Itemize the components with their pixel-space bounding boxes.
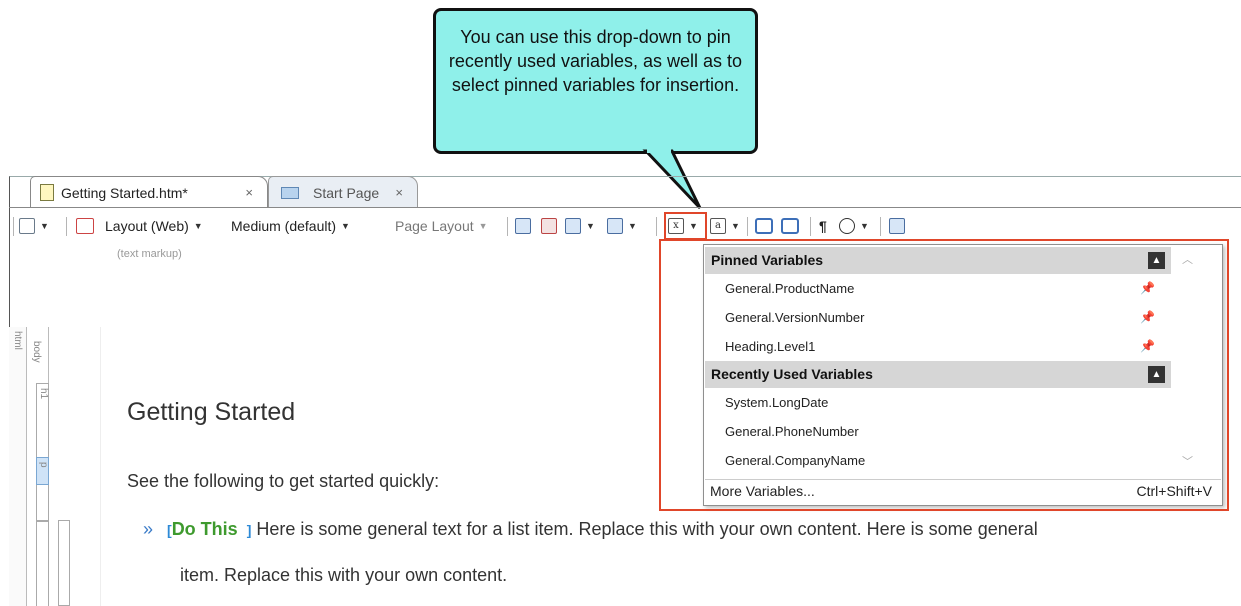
list-block-marker[interactable] bbox=[36, 521, 49, 606]
preview-icon bbox=[515, 218, 531, 234]
pilcrow-icon: ¶ bbox=[819, 218, 827, 234]
highlight-box-button bbox=[664, 212, 707, 240]
chevron-down-icon: ▼ bbox=[860, 221, 869, 231]
insert-snippet-button[interactable]: a ▼ bbox=[710, 217, 740, 235]
layout-dropdown[interactable]: Layout (Web) ▼ bbox=[76, 217, 203, 235]
tab-getting-started[interactable]: Getting Started.htm* × bbox=[30, 176, 268, 208]
text-markup-label: (text markup) bbox=[117, 248, 182, 260]
show-markers-button[interactable]: ¶ bbox=[819, 217, 827, 235]
highlight-box-menu bbox=[659, 239, 1229, 511]
document-icon bbox=[40, 184, 54, 201]
tab-divider bbox=[9, 207, 1241, 208]
h1-block-marker[interactable]: h1 bbox=[36, 383, 49, 521]
toolbar-separator bbox=[656, 217, 657, 236]
visibility-button[interactable]: ▼ bbox=[839, 217, 869, 235]
page-layout-dropdown[interactable]: Page Layout ▼ bbox=[395, 217, 488, 235]
show-tags-button[interactable] bbox=[755, 217, 773, 235]
tab-start-page[interactable]: Start Page × bbox=[268, 176, 418, 208]
chevron-down-icon: ▼ bbox=[478, 221, 488, 231]
toolbar-separator bbox=[66, 217, 67, 236]
conditions-icon bbox=[781, 218, 799, 234]
layout-label: Layout (Web) bbox=[105, 218, 189, 234]
list-item-text-continued[interactable]: item. Replace this with your own content… bbox=[180, 565, 507, 586]
structure-bar-body[interactable]: body h1 p bbox=[27, 327, 49, 606]
insert-image-button[interactable]: ▼ bbox=[565, 217, 595, 235]
callout-text: You can use this drop-down to pin recent… bbox=[448, 27, 743, 95]
snippet-icon: a bbox=[710, 218, 726, 234]
bullet-icon: » bbox=[143, 519, 154, 539]
medium-dropdown[interactable]: Medium (default) ▼ bbox=[231, 217, 350, 235]
preview-button[interactable] bbox=[515, 217, 531, 235]
start-page-icon bbox=[281, 187, 299, 199]
toolbar-separator bbox=[880, 217, 881, 236]
chevron-down-icon: ▼ bbox=[586, 221, 595, 231]
toolbar-separator bbox=[507, 217, 508, 236]
view-mode-button[interactable]: ▼ bbox=[19, 217, 49, 235]
list-item[interactable]: » [Do This ] Here is some general text fo… bbox=[143, 519, 1038, 540]
insert-button[interactable] bbox=[889, 217, 905, 235]
medium-label: Medium (default) bbox=[231, 218, 337, 234]
tab-label: Getting Started.htm* bbox=[61, 184, 188, 201]
eye-icon bbox=[839, 218, 855, 234]
toolbar-separator bbox=[747, 217, 748, 236]
page-title[interactable]: Getting Started bbox=[127, 398, 295, 427]
list-item-text: Here is some general text for a list ite… bbox=[256, 519, 1038, 539]
chevron-down-icon: ▼ bbox=[193, 221, 203, 231]
close-icon[interactable]: × bbox=[395, 185, 403, 200]
html-marker: html bbox=[12, 331, 23, 350]
pen-icon bbox=[76, 218, 94, 234]
toolbar: ▼ Layout (Web) ▼ Medium (default) ▼ Page L… bbox=[9, 209, 1241, 243]
chevron-down-icon: ▼ bbox=[628, 221, 637, 231]
document-view-icon bbox=[19, 218, 35, 234]
chevron-down-icon: ▼ bbox=[341, 221, 350, 231]
close-icon[interactable]: × bbox=[245, 185, 253, 200]
tags-icon bbox=[755, 218, 773, 234]
body-marker: body bbox=[31, 341, 42, 363]
intro-paragraph[interactable]: See the following to get started quickly… bbox=[127, 471, 439, 492]
link-icon bbox=[607, 218, 623, 234]
insert-link-button[interactable]: ▼ bbox=[607, 217, 637, 235]
chevron-down-icon: ▼ bbox=[731, 221, 740, 231]
insert-icon bbox=[889, 218, 905, 234]
list-item-marker[interactable] bbox=[58, 520, 70, 606]
track-changes-button[interactable] bbox=[541, 217, 557, 235]
show-conditions-button[interactable] bbox=[781, 217, 799, 235]
page-layout-label: Page Layout bbox=[395, 218, 474, 234]
p-block-marker[interactable]: p bbox=[36, 457, 49, 485]
toolbar-separator bbox=[13, 217, 14, 236]
span-end-marker: ] bbox=[246, 522, 252, 538]
chevron-down-icon: ▼ bbox=[40, 221, 49, 231]
tab-label: Start Page bbox=[313, 184, 380, 201]
toolbar-separator bbox=[810, 217, 811, 236]
list-item-lead: Do This bbox=[171, 519, 238, 539]
callout-bubble: You can use this drop-down to pin recent… bbox=[433, 8, 758, 154]
image-icon bbox=[565, 218, 581, 234]
track-changes-icon bbox=[541, 218, 557, 234]
structure-bar-html[interactable]: html bbox=[9, 327, 27, 606]
